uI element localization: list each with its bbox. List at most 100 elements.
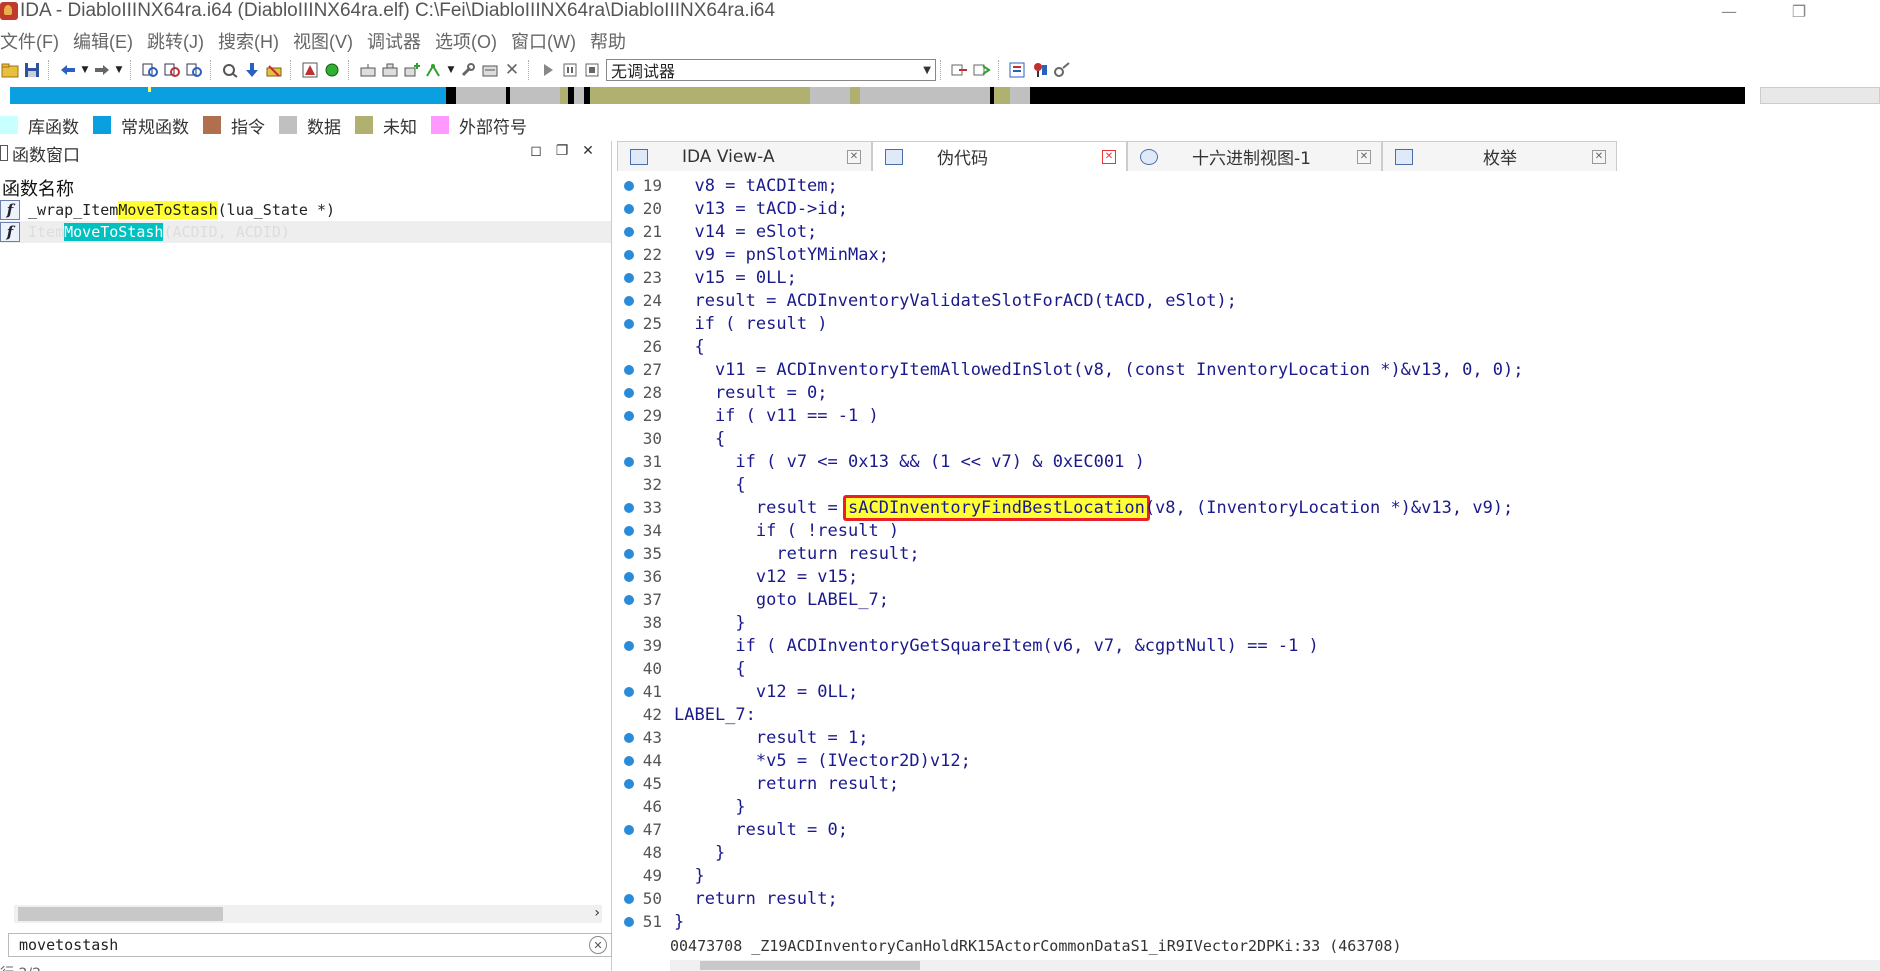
breakpoint-dot-icon[interactable] [624, 824, 634, 835]
code-line[interactable]: 48 } [617, 841, 1880, 864]
code-line[interactable]: 42 LABEL_7: [617, 703, 1880, 726]
structures-icon[interactable] [380, 60, 400, 80]
pseudocode-horizontal-scrollbar[interactable] [670, 960, 1880, 971]
breakpoint-dot-icon[interactable] [624, 732, 634, 743]
code-line[interactable]: 35 return result; [617, 542, 1880, 565]
code-line[interactable]: 26 { [617, 335, 1880, 358]
forward-dropdown-icon[interactable]: ▼ [114, 60, 124, 80]
tab-close-icon[interactable]: ✕ [847, 149, 861, 164]
breakpoint-dot-icon[interactable] [624, 272, 634, 283]
forward-arrow-icon[interactable] [92, 60, 112, 80]
code-line[interactable]: 29 if ( v11 == -1 ) [617, 404, 1880, 427]
minimize-button[interactable]: — [1706, 0, 1752, 22]
functions-list-icon[interactable] [1008, 60, 1028, 80]
down-arrow-icon[interactable] [242, 60, 262, 80]
breakpoint-dot-icon[interactable] [624, 893, 634, 904]
search-immediate-icon[interactable] [184, 60, 204, 80]
pseudocode-view[interactable]: 19 v8 = tACDItem; 20 v13 = tACD->id; 21 v1… [617, 174, 1880, 934]
highlighted-function-call[interactable]: sACDInventoryFindBestLocation [843, 494, 1150, 521]
code-line[interactable]: 27 v11 = ACDInventoryItemAllowedInSlot(v… [617, 358, 1880, 381]
breakpoint-dot-icon[interactable] [624, 778, 634, 789]
menu-file[interactable]: 文件(F) [0, 28, 59, 54]
code-line[interactable]: 28 result = 0; [617, 381, 1880, 404]
code-line[interactable]: 44 *v5 = (IVector2D)v12; [617, 749, 1880, 772]
breakpoint-dot-icon[interactable] [624, 387, 634, 398]
code-line[interactable]: 46 } [617, 795, 1880, 818]
code-line[interactable]: 23 v15 = 0LL; [617, 266, 1880, 289]
function-search-input[interactable]: movetostash [19, 936, 589, 954]
patch-icon[interactable] [264, 60, 284, 80]
menu-search[interactable]: 搜索(H) [218, 28, 279, 54]
tab-close-icon[interactable]: ✕ [1357, 149, 1371, 164]
xref-dropdown-icon[interactable]: ▼ [446, 60, 456, 80]
code-line[interactable]: 31 if ( v7 <= 0x13 && (1 << v7) & 0xEC00… [617, 450, 1880, 473]
breakpoint-dot-icon[interactable] [624, 916, 634, 927]
close-x-icon[interactable]: ✕ [502, 60, 522, 80]
search-next-icon[interactable] [220, 60, 240, 80]
step-into-icon[interactable] [950, 60, 970, 80]
menu-debugger[interactable]: 调试器 [367, 28, 421, 54]
scrollbar-thumb[interactable] [18, 907, 223, 921]
float-pane-icon[interactable]: ❐ [549, 143, 575, 159]
code-line[interactable]: 51} [617, 910, 1880, 933]
code-line[interactable]: 20 v13 = tACD->id; [617, 197, 1880, 220]
search-binary-icon[interactable] [162, 60, 182, 80]
search-text-icon[interactable] [140, 60, 160, 80]
code-line[interactable]: 36 v12 = v15; [617, 565, 1880, 588]
names-pin-icon[interactable] [1030, 60, 1050, 80]
code-line[interactable]: 24 result = ACDInventoryValidateSlotForA… [617, 289, 1880, 312]
edit-struct-icon[interactable] [480, 60, 500, 80]
code-line[interactable]: 41 v12 = 0LL; [617, 680, 1880, 703]
debugger-select[interactable]: 无调试器 ▼ [606, 59, 936, 81]
graph-icon[interactable] [300, 60, 320, 80]
breakpoint-dot-icon[interactable] [624, 594, 634, 605]
code-line[interactable]: 39 if ( ACDInventoryGetSquareItem(v6, v7… [617, 634, 1880, 657]
code-line[interactable]: 50 return result; [617, 887, 1880, 910]
menu-help[interactable]: 帮助 [590, 28, 626, 54]
functions-horizontal-scrollbar[interactable]: › [14, 905, 602, 923]
open-folder-icon[interactable] [0, 60, 20, 80]
save-icon[interactable] [22, 60, 42, 80]
options-gear-icon[interactable] [1052, 60, 1072, 80]
breakpoint-dot-icon[interactable] [624, 410, 634, 421]
green-circle-icon[interactable] [322, 60, 342, 80]
code-line[interactable]: 38 } [617, 611, 1880, 634]
breakpoint-dot-icon[interactable] [624, 295, 634, 306]
clear-search-icon[interactable]: ✕ [589, 936, 607, 954]
back-dropdown-icon[interactable]: ▼ [80, 60, 90, 80]
breakpoint-dot-icon[interactable] [624, 548, 634, 559]
code-line[interactable]: 43 result = 1; [617, 726, 1880, 749]
breakpoint-dot-icon[interactable] [624, 525, 634, 536]
navigation-band-overview[interactable] [1760, 87, 1880, 104]
function-row-selected[interactable]: f ItemMoveToStash(ACDID, ACDID) [0, 221, 611, 243]
code-line[interactable]: 25 if ( result ) [617, 312, 1880, 335]
menu-edit[interactable]: 编辑(E) [73, 28, 133, 54]
tab-enums[interactable]: 枚举 ✕ [1382, 141, 1617, 171]
breakpoint-dot-icon[interactable] [624, 203, 634, 214]
step-over-icon[interactable] [972, 60, 992, 80]
menu-options[interactable]: 选项(O) [435, 28, 497, 54]
menu-view[interactable]: 视图(V) [293, 28, 353, 54]
play-icon[interactable] [538, 60, 558, 80]
function-row[interactable]: f _wrap_ItemMoveToStash(lua_State *) [0, 199, 611, 221]
maximize-pane-icon[interactable]: ◻ [523, 143, 549, 159]
breakpoint-dot-icon[interactable] [624, 502, 634, 513]
breakpoint-dot-icon[interactable] [624, 249, 634, 260]
menu-windows[interactable]: 窗口(W) [511, 28, 576, 54]
function-search-box[interactable]: movetostash ✕ [8, 933, 612, 957]
segments-icon[interactable] [358, 60, 378, 80]
code-line[interactable]: 45 return result; [617, 772, 1880, 795]
breakpoint-dot-icon[interactable] [624, 456, 634, 467]
tab-ida-view-a[interactable]: IDA View-A ✕ [617, 141, 872, 171]
breakpoint-dot-icon[interactable] [624, 571, 634, 582]
code-line[interactable]: 32 { [617, 473, 1880, 496]
tab-pseudocode[interactable]: 伪代码 ✕ [872, 141, 1127, 171]
close-pane-icon[interactable]: ✕ [575, 143, 601, 159]
function-name-column-header[interactable]: 函数名称 [0, 175, 611, 200]
add-node-icon[interactable] [402, 60, 422, 80]
breakpoint-dot-icon[interactable] [624, 226, 634, 237]
restore-button[interactable]: ❐ [1776, 0, 1822, 22]
xref-icon[interactable] [424, 60, 444, 80]
tab-hex-view[interactable]: 十六进制视图-1 ✕ [1127, 141, 1382, 171]
navigation-band[interactable] [10, 87, 1745, 104]
